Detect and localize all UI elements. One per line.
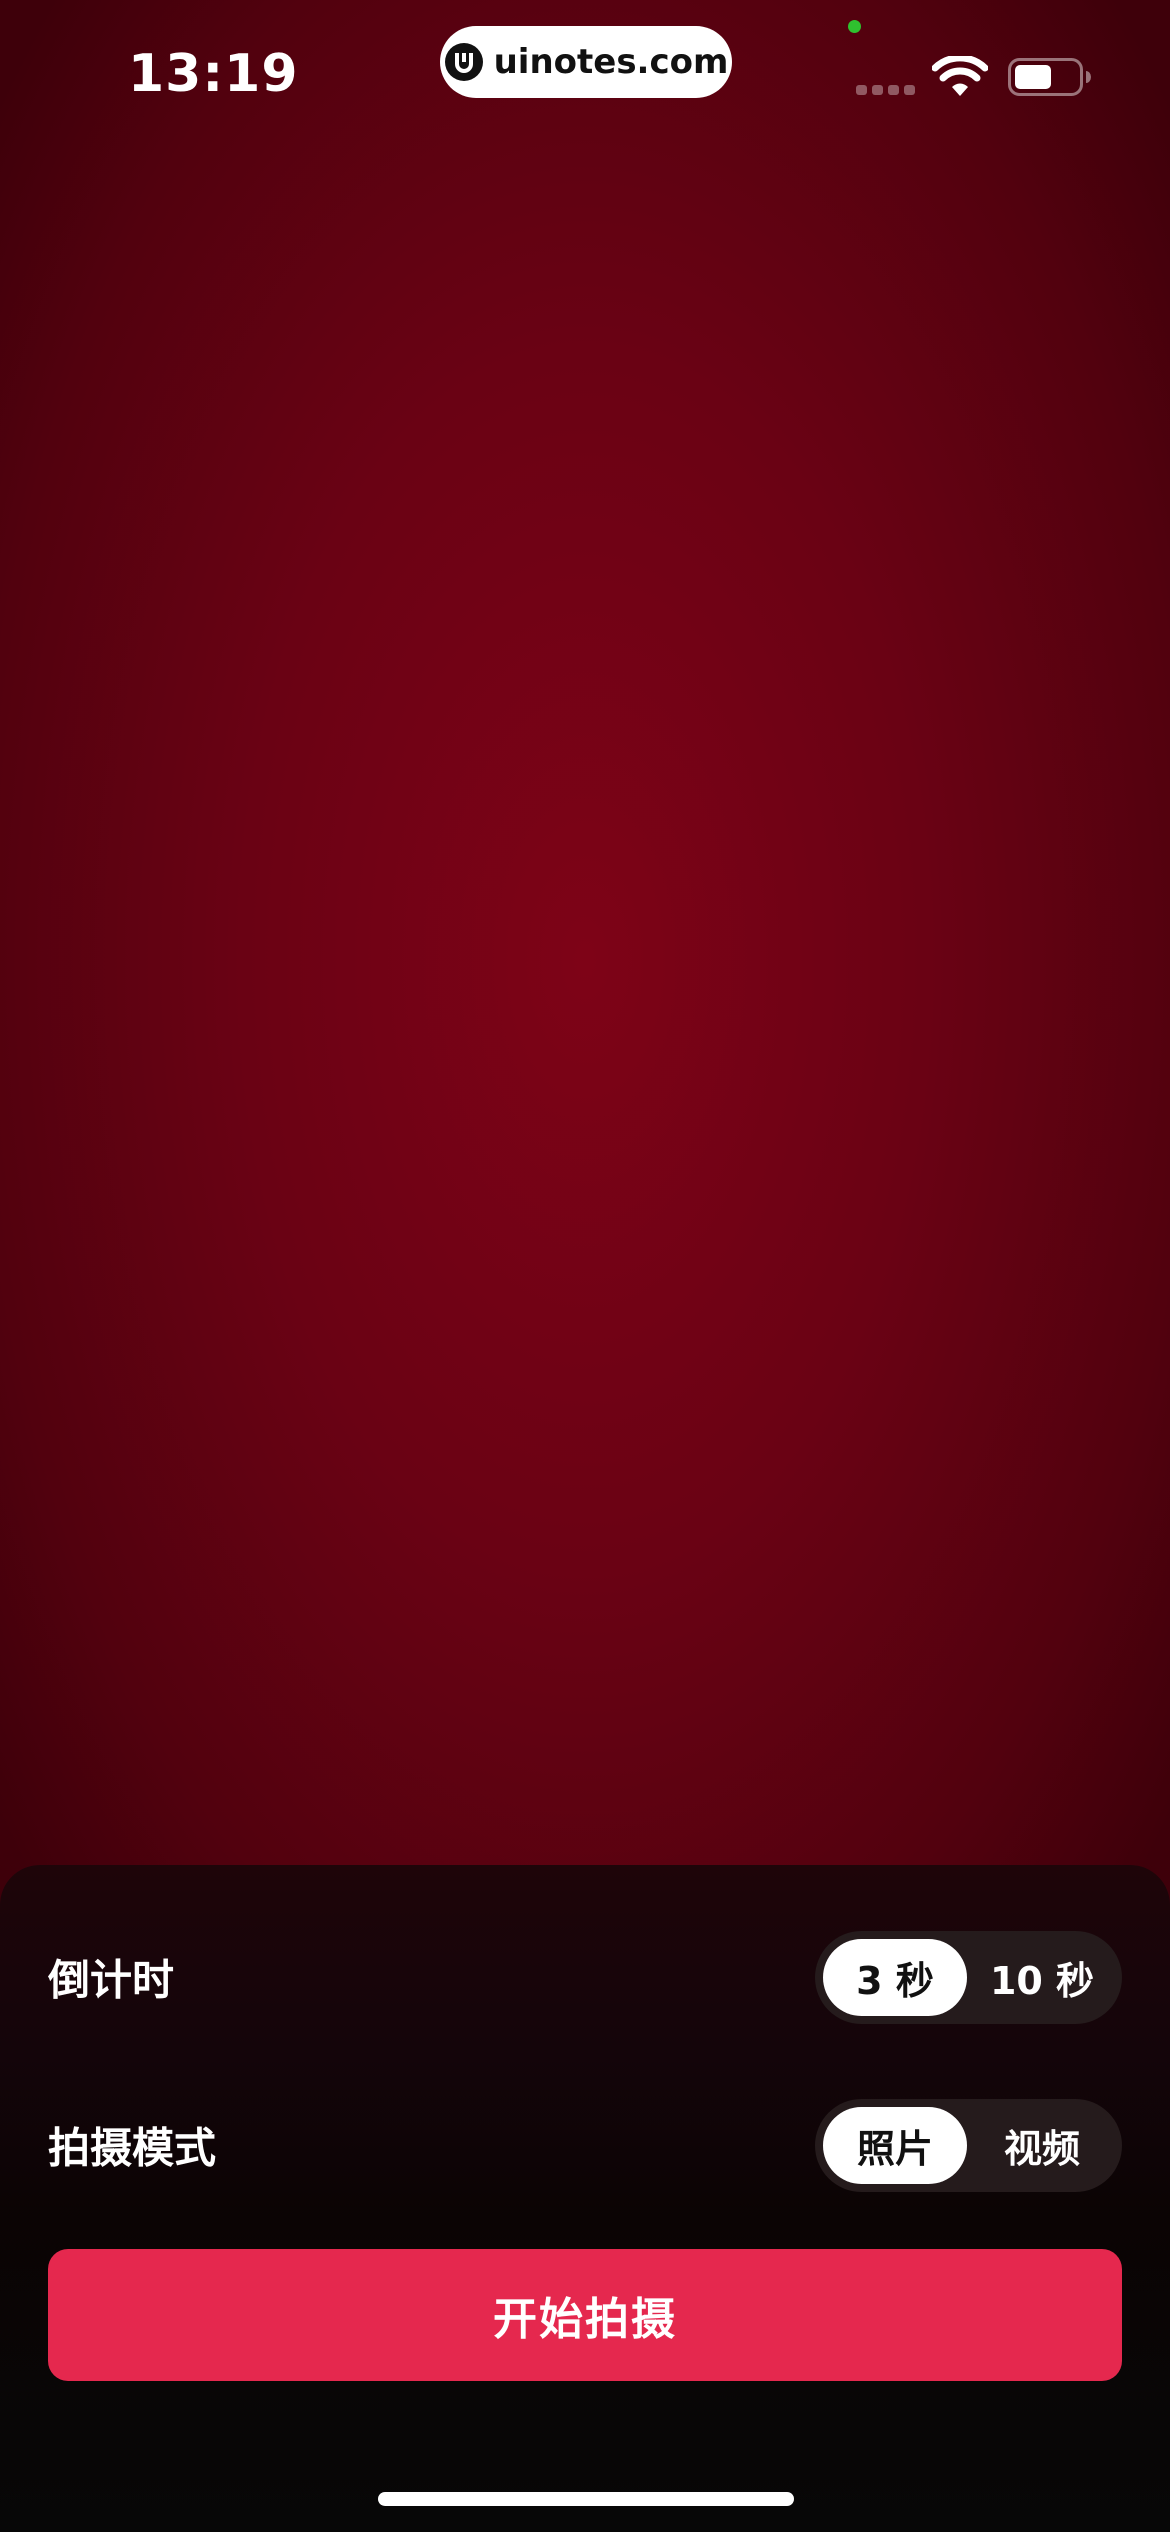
- countdown-option-3s[interactable]: 3 秒: [823, 1939, 967, 2016]
- capture-mode-option-video[interactable]: 视频: [970, 2107, 1114, 2184]
- countdown-option-10s[interactable]: 10 秒: [970, 1939, 1114, 2016]
- status-time: 13:19: [128, 44, 299, 104]
- cellular-signal-icon: [856, 85, 915, 95]
- countdown-segmented-control: 3 秒 10 秒: [815, 1931, 1122, 2024]
- camera-screen: 13:19 uinotes.com 倒计时 3 秒 10 秒 拍摄模式 照片 视…: [0, 0, 1170, 2532]
- watermark-badge: uinotes.com: [440, 26, 732, 98]
- capture-mode-segmented-control: 照片 视频: [815, 2099, 1122, 2192]
- camera-in-use-indicator: [848, 20, 861, 33]
- uinotes-logo-icon: [444, 43, 483, 81]
- capture-settings-sheet: 倒计时 3 秒 10 秒 拍摄模式 照片 视频: [0, 1865, 1170, 2532]
- home-indicator[interactable]: [378, 2492, 794, 2506]
- battery-icon: [1008, 58, 1091, 96]
- capture-mode-row: 拍摄模式 照片 视频: [0, 2095, 1170, 2195]
- countdown-row: 倒计时 3 秒 10 秒: [0, 1927, 1170, 2027]
- countdown-label: 倒计时: [48, 1955, 175, 2005]
- capture-mode-label: 拍摄模式: [48, 2123, 217, 2173]
- status-bar: 13:19 uinotes.com: [0, 0, 1170, 150]
- start-capture-button[interactable]: 开始拍摄: [48, 2249, 1122, 2381]
- wifi-icon: [932, 56, 988, 96]
- capture-mode-option-photo[interactable]: 照片: [823, 2107, 967, 2184]
- watermark-text: uinotes.com: [493, 42, 729, 82]
